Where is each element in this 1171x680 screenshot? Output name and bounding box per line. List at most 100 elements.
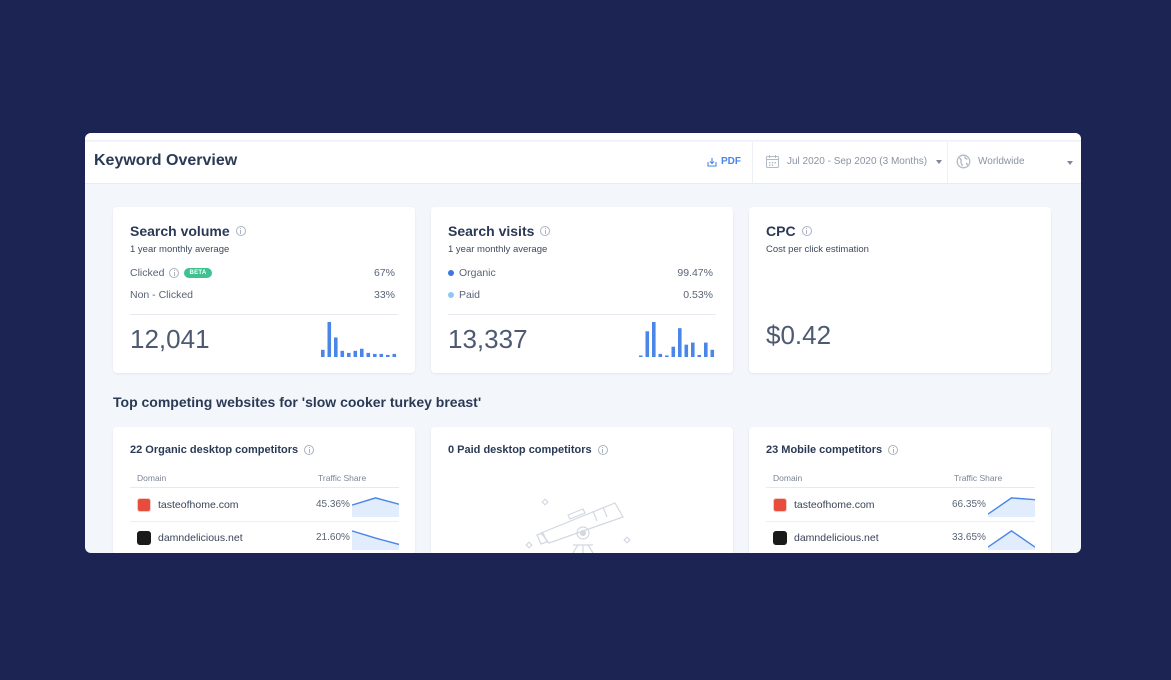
traffic-trend-sparkline: [352, 530, 399, 550]
domain-link[interactable]: tasteofhome.com: [158, 499, 239, 511]
bar: [671, 346, 676, 357]
bar: [327, 322, 332, 357]
bar: [360, 348, 364, 357]
non-clicked-label: Non - Clicked: [130, 289, 194, 301]
traffic-share-value: 21.60%: [316, 532, 350, 543]
column-header-traffic-share[interactable]: Traffic Share: [954, 473, 1002, 483]
tasteofhome-favicon-icon: [137, 498, 151, 512]
header-bar: Keyword Overview PDF Jul 2020 - Sep 2020…: [85, 142, 1081, 184]
region-selector[interactable]: Worldwide: [956, 154, 1025, 169]
sparkline-area: [352, 497, 399, 517]
info-icon[interactable]: [540, 226, 551, 236]
organic-label: Organic: [459, 267, 496, 279]
paid-value: 0.53%: [683, 289, 713, 301]
page-title: Keyword Overview: [94, 152, 238, 169]
search-visits-total: 13,337: [448, 324, 528, 354]
search-visits-card: Search visits 1 year monthly average Org…: [431, 207, 733, 373]
cpc-title-text: CPC: [766, 223, 796, 239]
bar: [704, 342, 708, 357]
globe-icon: [956, 154, 971, 169]
region-chevron-down-icon[interactable]: [1067, 161, 1073, 165]
cpc-card: CPC Cost per click estimation $0.42: [749, 207, 1051, 373]
cpc-subtitle: Cost per click estimation: [766, 244, 869, 255]
sparkline-area: [988, 497, 1035, 517]
mobile-competitors-title: 23 Mobile competitors: [766, 444, 899, 456]
bar: [684, 344, 689, 357]
domain-link[interactable]: tasteofhome.com: [794, 499, 875, 511]
date-range-value: Jul 2020 - Sep 2020 (3 Months): [787, 156, 928, 167]
domain-link[interactable]: damndelicious.net: [794, 532, 879, 544]
cpc-value: $0.42: [766, 320, 832, 350]
search-visits-bar-chart: [639, 322, 715, 357]
info-icon[interactable]: [597, 445, 608, 455]
bar: [639, 355, 643, 357]
info-icon[interactable]: [169, 268, 180, 278]
top-strip: [85, 133, 1081, 141]
info-icon[interactable]: [304, 445, 315, 455]
column-header-traffic-share[interactable]: Traffic Share: [318, 473, 366, 483]
download-icon: [707, 157, 717, 167]
clicked-row: Clicked BETA 67%: [130, 267, 395, 279]
traffic-trend-sparkline: [988, 497, 1035, 517]
traffic-share-value: 45.36%: [316, 499, 350, 510]
table-row[interactable]: tasteofhome.com 45.36%: [130, 489, 399, 522]
organic-competitors-title: 22 Organic desktop competitors: [130, 444, 315, 456]
pdf-label: PDF: [721, 156, 741, 167]
table-row[interactable]: damndelicious.net 21.60%: [130, 522, 399, 553]
header-divider: [947, 142, 948, 184]
non-clicked-row: Non - Clicked 33%: [130, 289, 395, 301]
paid-competitors-title-text: 0 Paid desktop competitors: [448, 444, 592, 456]
damndelicious-favicon-icon: [137, 531, 151, 545]
bar: [366, 352, 371, 357]
bar: [652, 322, 656, 357]
column-header-domain[interactable]: Domain: [773, 473, 802, 483]
mobile-competitors-card: 23 Mobile competitors Domain Traffic Sha…: [749, 427, 1051, 553]
non-clicked-value: 33%: [373, 289, 395, 301]
table-header: Domain Traffic Share: [130, 473, 399, 488]
competitors-section-title: Top competing websites for 'slow cooker …: [113, 394, 482, 410]
search-volume-subtitle: 1 year monthly average: [130, 244, 230, 255]
info-icon[interactable]: [235, 226, 246, 236]
organic-competitors-title-text: 22 Organic desktop competitors: [130, 444, 299, 456]
search-visits-title: Search visits: [448, 223, 551, 239]
divider: [130, 314, 398, 315]
search-visits-title-text: Search visits: [448, 223, 535, 239]
clicked-value: 67%: [373, 267, 395, 279]
search-volume-total: 12,041: [130, 324, 210, 354]
beta-badge: BETA: [184, 268, 212, 278]
organic-competitors-card: 22 Organic desktop competitors Domain Tr…: [113, 427, 415, 553]
search-volume-card: Search volume 1 year monthly average Cli…: [113, 207, 415, 373]
telescope-icon: [525, 498, 631, 553]
traffic-share-value: 66.35%: [952, 499, 986, 510]
calendar-icon: [766, 155, 779, 168]
column-header-domain[interactable]: Domain: [137, 473, 166, 483]
pdf-export-button[interactable]: PDF: [707, 156, 741, 167]
bar: [697, 354, 702, 357]
bar: [691, 342, 695, 357]
info-icon[interactable]: [888, 445, 899, 455]
domain-link[interactable]: damndelicious.net: [158, 532, 243, 544]
search-volume-title: Search volume: [130, 223, 246, 239]
bar: [710, 349, 715, 357]
paid-row: Paid 0.53%: [448, 289, 713, 301]
bar: [340, 350, 345, 357]
search-volume-title-text: Search volume: [130, 223, 230, 239]
divider: [448, 314, 716, 315]
region-value: Worldwide: [978, 156, 1025, 167]
date-range-picker[interactable]: Jul 2020 - Sep 2020 (3 Months): [765, 154, 943, 169]
bar: [353, 350, 358, 357]
info-icon[interactable]: [801, 226, 812, 236]
mobile-competitors-title-text: 23 Mobile competitors: [766, 444, 883, 456]
bar: [347, 352, 351, 357]
bar: [334, 337, 338, 357]
bar: [386, 354, 390, 357]
search-volume-bar-chart: [321, 322, 397, 357]
organic-legend-dot: [448, 270, 454, 276]
bar: [665, 355, 669, 357]
table-row[interactable]: damndelicious.net 33.65%: [766, 522, 1035, 553]
table-row[interactable]: tasteofhome.com 66.35%: [766, 489, 1035, 522]
traffic-trend-sparkline: [352, 497, 399, 517]
bar: [379, 353, 384, 357]
paid-label: Paid: [459, 289, 481, 301]
header-divider: [752, 142, 753, 184]
